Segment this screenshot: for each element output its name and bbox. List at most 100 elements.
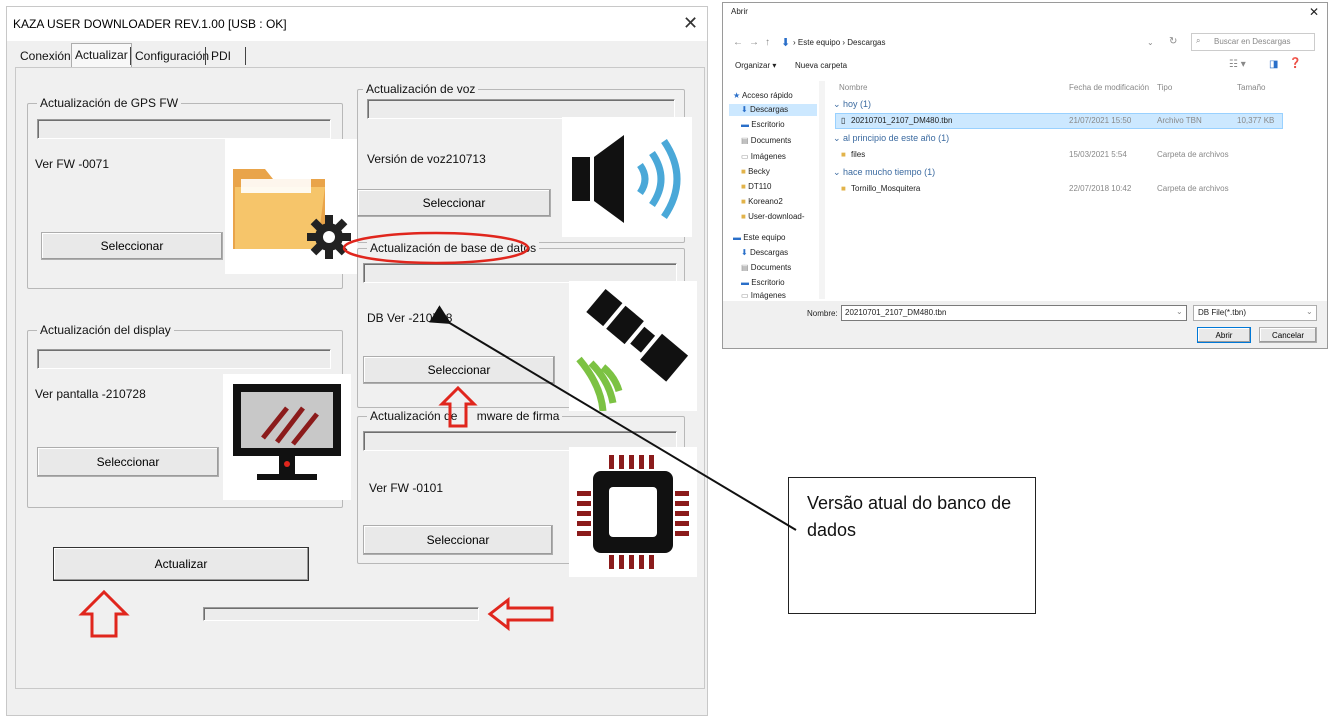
filter-value: DB File(*.tbn)	[1198, 308, 1247, 317]
sidebar-item-documents[interactable]: ▤ Documents	[741, 136, 791, 145]
gps-group-title: Actualización de GPS FW	[37, 96, 182, 110]
column-header-type[interactable]: Tipo	[1157, 83, 1172, 92]
group-header-this-year[interactable]: ⌄ al principio de este año (1)	[833, 133, 949, 144]
sidebar-item-descargas[interactable]: ⬇ Descargas	[741, 105, 788, 114]
sidebar-item-este-equipo[interactable]: ▬ Este equipo	[733, 233, 786, 242]
star-icon: ★	[733, 91, 741, 100]
annotation-note-text: Versão atual do banco de dados	[807, 493, 1012, 540]
folder-icon: ■	[841, 150, 846, 159]
tab-divider	[130, 47, 131, 65]
folder-icon: ■	[741, 197, 746, 206]
cancel-button[interactable]: Cancelar	[1259, 327, 1317, 343]
search-box[interactable]: ⌕ Buscar en Descargas	[1191, 33, 1315, 51]
sidebar-item-koreano2[interactable]: ■ Koreano2	[741, 197, 783, 206]
document-icon: ▤	[741, 263, 749, 272]
back-icon[interactable]: ←	[733, 37, 743, 48]
forward-icon[interactable]: →	[749, 37, 759, 48]
desktop-icon: ▬	[741, 120, 749, 129]
folder-gear-icon	[225, 139, 357, 274]
display-progress-bar	[37, 349, 331, 369]
downloads-icon: ⬇	[781, 37, 791, 49]
sidebar-item-escritorio[interactable]: ▬ Escritorio	[741, 120, 785, 129]
update-button[interactable]: Actualizar	[53, 547, 309, 581]
breadcrumb[interactable]: › Este equipo › Descargas	[793, 38, 886, 47]
desktop-icon: ▬	[741, 278, 749, 287]
chevron-down-icon[interactable]: ⌄	[1176, 307, 1183, 316]
open-button[interactable]: Abrir	[1197, 327, 1251, 343]
file-type-filter[interactable]: DB File(*.tbn) ⌄	[1193, 305, 1317, 321]
tab-divider	[245, 47, 246, 65]
search-placeholder: Buscar en Descargas	[1214, 37, 1291, 46]
firmware-version: Ver FW -0101	[369, 481, 444, 495]
folder-type: Carpeta de archivos	[1157, 150, 1229, 159]
downloads-icon: ⬇	[741, 248, 748, 257]
chevron-down-icon[interactable]: ⌄	[1306, 307, 1313, 316]
speaker-icon	[562, 117, 692, 237]
voice-group-title: Actualización de voz	[363, 82, 479, 96]
file-size: 10,377 KB	[1237, 116, 1275, 125]
sidebar-item-pc-documents[interactable]: ▤ Documents	[741, 263, 791, 272]
file-name: 20210701_2107_DM480.tbn	[851, 116, 953, 125]
dialog-title: Abrir	[731, 7, 748, 16]
folder-date: 22/07/2018 10:42	[1069, 184, 1132, 193]
organize-button[interactable]: Organizar ▾	[735, 61, 776, 70]
file-icon: ▯	[841, 116, 846, 125]
sidebar-item-user-download[interactable]: ■ User-download-	[741, 212, 805, 221]
chevron-down-icon[interactable]: ⌄	[1147, 38, 1154, 47]
tab-actualizar[interactable]: Actualizar	[71, 43, 132, 68]
sidebar-item-dt110[interactable]: ■ DT110	[741, 182, 772, 191]
column-header-size[interactable]: Tamaño	[1237, 83, 1265, 92]
firmware-select-button[interactable]: Seleccionar	[363, 525, 553, 555]
up-icon[interactable]: ↑	[765, 37, 770, 48]
close-icon[interactable]: ✕	[683, 13, 698, 34]
sidebar-item-pc-imagenes[interactable]: ▭ Imágenes	[741, 291, 786, 300]
database-group-title: Actualización de base de datos	[367, 241, 540, 255]
firmware-group-title: Actualización de mware de firma	[367, 409, 563, 423]
new-folder-button[interactable]: Nueva carpeta	[795, 61, 847, 70]
close-icon[interactable]: ✕	[1309, 5, 1319, 19]
filename-input[interactable]: 20210701_2107_DM480.tbn ⌄	[841, 305, 1187, 321]
tab-divider	[205, 47, 206, 65]
folder-type: Carpeta de archivos	[1157, 184, 1229, 193]
sidebar-item-pc-descargas[interactable]: ⬇ Descargas	[741, 248, 788, 257]
document-icon: ▤	[741, 136, 749, 145]
folder-icon: ■	[741, 167, 746, 176]
column-header-name[interactable]: Nombre	[839, 83, 867, 92]
app-window: KAZA USER DOWNLOADER REV.1.00 [USB : OK]…	[6, 6, 708, 716]
preview-pane-icon[interactable]: ◨	[1269, 59, 1278, 70]
folder-icon: ■	[841, 184, 846, 193]
database-progress-bar	[363, 263, 677, 283]
group-header-long-ago[interactable]: ⌄ hace mucho tiempo (1)	[833, 167, 935, 178]
sidebar-item-imagenes[interactable]: ▭ Imágenes	[741, 152, 786, 161]
view-options-icon[interactable]: ☷ ▾	[1229, 59, 1246, 70]
image-icon: ▭	[741, 152, 749, 161]
refresh-icon[interactable]: ↻	[1169, 36, 1177, 47]
display-group-title: Actualización del display	[37, 323, 174, 337]
computer-icon: ▬	[733, 233, 741, 242]
display-select-button[interactable]: Seleccionar	[37, 447, 219, 477]
database-version: DB Ver -210728	[367, 311, 453, 325]
sidebar-item-quick-access[interactable]: ★ Acceso rápido	[733, 91, 793, 100]
tab-conexion[interactable]: Conexión	[17, 45, 74, 67]
search-icon: ⌕	[1196, 36, 1201, 45]
gps-select-button[interactable]: Seleccionar	[41, 232, 223, 260]
group-header-today[interactable]: ⌄ hoy (1)	[833, 99, 871, 110]
column-header-date[interactable]: Fecha de modificación	[1069, 83, 1149, 92]
gps-version: Ver FW -0071	[35, 157, 110, 171]
folder-date: 15/03/2021 5:54	[1069, 150, 1127, 159]
tab-configuracion[interactable]: Configuración	[132, 45, 212, 67]
database-select-button[interactable]: Seleccionar	[363, 356, 555, 384]
voice-select-button[interactable]: Seleccionar	[357, 189, 551, 217]
folder-name[interactable]: files	[851, 150, 865, 159]
monitor-icon	[223, 374, 351, 500]
folder-name[interactable]: Tornillo_Mosquitera	[851, 184, 920, 193]
image-icon: ▭	[741, 291, 749, 300]
voice-progress-bar	[367, 99, 675, 119]
help-icon[interactable]: ❓	[1289, 58, 1301, 69]
tab-pdi[interactable]: PDI	[208, 45, 234, 67]
file-type: Archivo TBN	[1157, 116, 1202, 125]
sidebar-scrollbar[interactable]	[819, 81, 825, 299]
sidebar-item-becky[interactable]: ■ Becky	[741, 167, 770, 176]
navigation-pane: ★ Acceso rápido ⬇ Descargas ▬ Escritorio…	[729, 85, 821, 300]
sidebar-item-pc-escritorio[interactable]: ▬ Escritorio	[741, 278, 785, 287]
